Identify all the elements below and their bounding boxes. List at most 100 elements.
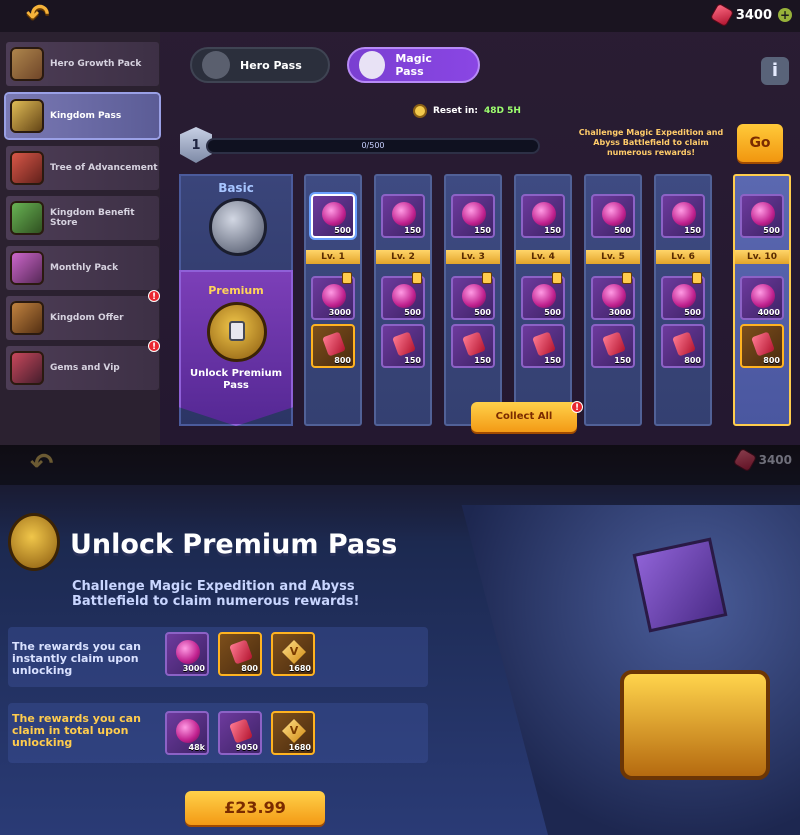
gems-and-vip-icon [10,351,44,385]
add-gems-icon[interactable]: + [778,8,792,22]
gem-icon [710,4,733,26]
reset-timer: Reset in: 48D 5H [413,104,521,118]
premium-pass-icon [8,513,60,571]
basic-reward-tile[interactable]: 500 [591,194,635,238]
sidebar-item-kingdom-offer[interactable]: Kingdom Offer ! [6,290,160,340]
level-column-4: 150 Lv. 4 500 150 [514,174,572,426]
premium-reward-tile[interactable]: 800 [740,324,784,368]
reward-amount: 9050 [235,743,258,752]
reward-amount: 150 [684,226,701,235]
notification-badge: ! [148,290,160,302]
gem-icon [229,639,253,665]
reward-amount: 800 [763,356,780,365]
magic-orb-icon [322,284,346,308]
premium-reward-tile[interactable]: 150 [381,324,425,368]
sidebar-item-label: Gems and Vip [50,363,120,373]
premium-reward-tile[interactable]: 500 [381,272,425,320]
sidebar-item-hero-growth-pack[interactable]: Hero Growth Pack [6,42,159,86]
level-label: Lv. 10 [735,250,789,264]
magic-orb-icon [532,202,556,226]
premium-reward-tile[interactable]: 3000 [591,272,635,320]
level-column-3: 150 Lv. 3 500 150 [444,174,502,426]
basic-reward-tile[interactable]: 500 [740,194,784,238]
level-column-5: 500 Lv. 5 3000 150 [584,174,642,426]
premium-track-header[interactable]: Premium Unlock Premium Pass [179,270,293,426]
total-reward-orb: 48k [165,711,209,755]
level-column-2: 150 Lv. 2 500 150 [374,174,432,426]
reward-amount: 1680 [288,664,311,673]
lock-icon [342,272,352,284]
premium-reward-tile[interactable]: 150 [451,324,495,368]
level-label: Lv. 2 [376,250,430,264]
reward-amount: 500 [614,226,631,235]
tab-label: Hero Pass [240,58,302,72]
premium-reward-tile[interactable]: 500 [521,272,565,320]
premium-reward-tile[interactable]: 500 [661,272,705,320]
collect-all-button[interactable]: Collect All [471,402,577,432]
sidebar-item-label: Kingdom Offer [50,313,124,323]
clock-icon [413,104,427,118]
reward-amount: 3000 [182,664,205,673]
reward-amount: 500 [334,226,351,235]
magic-orb-icon [392,202,416,226]
basic-reward-tile[interactable]: 150 [381,194,425,238]
sidebar-item-monthly-pack[interactable]: Monthly Pack [6,246,159,290]
magic-orb-icon [751,284,775,308]
magic-orb-icon [462,202,486,226]
total-rewards-label: The rewards you can claim in total upon … [12,712,141,749]
vip-points-icon: V [282,640,306,664]
gem-count: 3400 [735,7,772,23]
magic-orb-icon [176,719,200,743]
magic-orb-icon [462,284,486,308]
lock-icon [229,321,245,341]
magic-orb-icon [602,202,626,226]
popup-title: Unlock Premium Pass [70,529,398,560]
reward-amount: 800 [684,356,701,365]
magic-orb-icon [392,284,416,308]
level-column-6: 150 Lv. 6 500 800 [654,174,712,426]
go-button[interactable]: Go [737,124,783,162]
basic-reward-tile[interactable]: 500 [311,194,355,238]
premium-reward-tile[interactable]: 500 [451,272,495,320]
reward-amount: 4000 [757,308,780,317]
magic-orb-icon [602,284,626,308]
premium-reward-tile[interactable]: 800 [661,324,705,368]
lock-icon [622,272,632,284]
total-reward-vip: V 1680 [271,711,315,755]
level-label: Lv. 4 [516,250,570,264]
sidebar-item-tree-of-advancement[interactable]: Tree of Advancement [6,146,159,190]
kingdom-pass-icon [10,99,44,133]
premium-reward-tile[interactable]: 4000 [740,276,784,320]
reward-amount: 1680 [288,743,311,752]
reward-amount: 150 [614,356,631,365]
sidebar-item-gems-and-vip[interactable]: Gems and Vip ! [6,340,160,390]
basic-reward-tile[interactable]: 150 [451,194,495,238]
level-label: Lv. 6 [656,250,710,264]
back-arrow-icon[interactable]: ↶ [30,447,53,480]
premium-reward-tile[interactable]: 800 [311,324,355,368]
tab-magic-pass[interactable]: Magic Pass [347,47,480,83]
sidebar-item-kingdom-pass[interactable]: Kingdom Pass [4,92,161,140]
reward-amount: 500 [684,308,701,317]
reward-amount: 500 [474,308,491,317]
basic-reward-tile[interactable]: 150 [661,194,705,238]
tab-hero-pass[interactable]: Hero Pass [190,47,330,83]
sidebar-item-label: Tree of Advancement [50,163,158,173]
magic-orb-icon [322,202,346,226]
level-label: Lv. 3 [446,250,500,264]
info-button[interactable]: i [761,57,789,85]
sidebar-item-kingdom-benefit-store[interactable]: Kingdom Benefit Store [6,196,159,240]
sidebar-item-label: Kingdom Pass [50,111,122,121]
instant-reward-gem: 800 [218,632,262,676]
reward-amount: 150 [544,356,561,365]
gem-counter: 3400 [733,449,792,471]
premium-reward-tile[interactable]: 150 [591,324,635,368]
back-arrow-icon[interactable]: ↶ [26,1,60,29]
unlock-premium-pass-popup: ↶ 3400 Unlock Premium Pass Challenge Mag… [0,445,800,835]
reward-amount: 48k [188,743,205,752]
sidebar: Hero Growth Pack Kingdom Pass Tree of Ad… [0,32,161,445]
premium-reward-tile[interactable]: 150 [521,324,565,368]
purchase-button[interactable]: £23.99 [185,791,325,825]
premium-reward-tile[interactable]: 3000 [311,272,355,320]
basic-reward-tile[interactable]: 150 [521,194,565,238]
